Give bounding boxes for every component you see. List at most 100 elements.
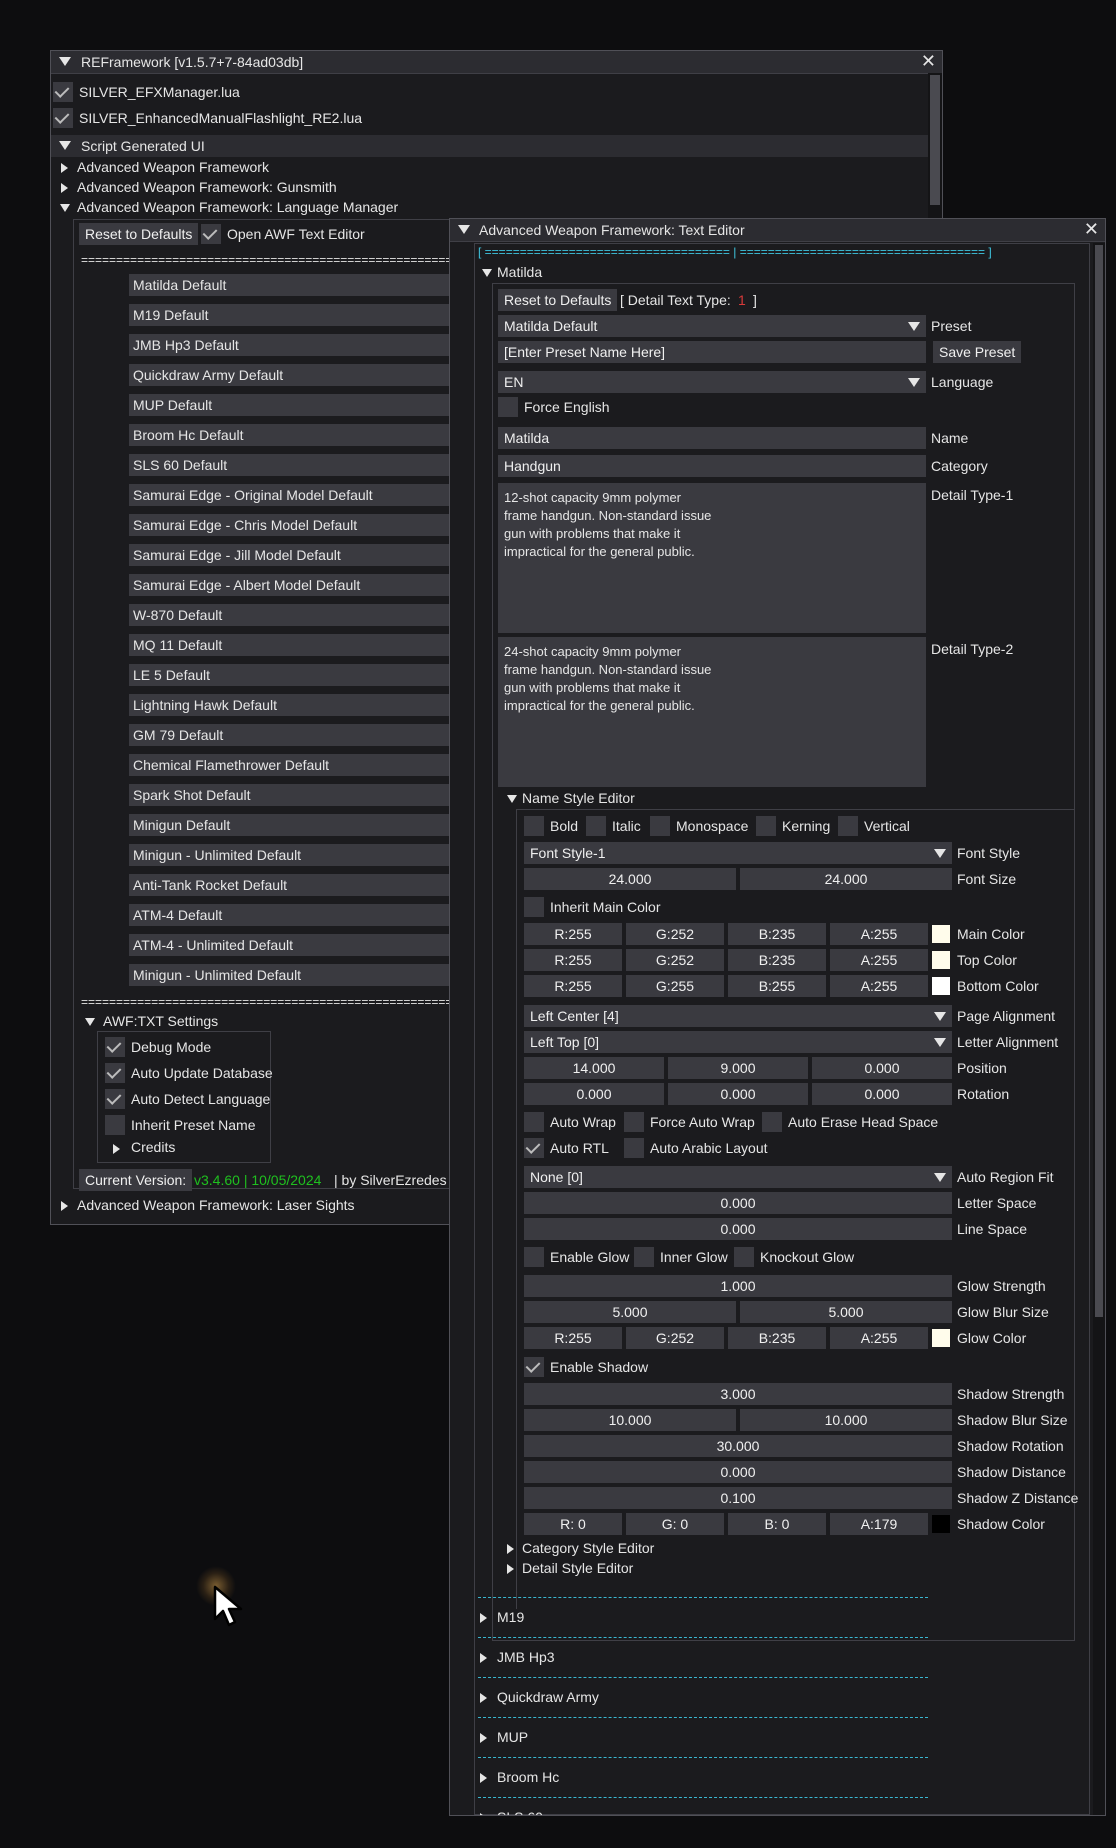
position-y-input[interactable]: 9.000 (668, 1057, 808, 1079)
preset-list-item[interactable]: M19 Default (129, 304, 501, 326)
preset-list-item[interactable]: Quickdraw Army Default (129, 364, 501, 386)
weapon-section-1[interactable]: JMB Hp3 (497, 1649, 555, 1665)
shadow_color-channel-2[interactable]: B: 0 (728, 1513, 826, 1535)
bottom_color-channel-1[interactable]: G:255 (626, 975, 724, 997)
preset-dropdown[interactable]: Matilda Default (498, 315, 926, 337)
save-preset-button[interactable]: Save Preset (933, 341, 1022, 363)
preset-list-item[interactable]: ATM-4 - Unlimited Default (129, 934, 501, 956)
collapse-triangle-icon[interactable] (59, 57, 71, 66)
preset-list-item[interactable]: Anti-Tank Rocket Default (129, 874, 501, 896)
main-scrollbar-thumb[interactable] (930, 75, 940, 205)
glow_color-channel-3[interactable]: A:255 (830, 1327, 928, 1349)
main_color-channel-0[interactable]: R:255 (524, 923, 622, 945)
preset-list-item[interactable]: Broom Hc Default (129, 424, 501, 446)
auto-detect-lang-checkbox[interactable] (105, 1089, 125, 1109)
text-editor-titlebar[interactable]: Advanced Weapon Framework: Text Editor ✕ (450, 219, 1105, 242)
section-matilda[interactable]: Matilda (497, 264, 542, 280)
shadow-blur-input-b[interactable]: 10.000 (740, 1409, 952, 1431)
shadow-distance-input[interactable]: 0.000 (524, 1461, 952, 1483)
inner-glow-checkbox[interactable] (634, 1247, 654, 1267)
detail-type-1-textarea[interactable]: 12-shot capacity 9mm polymer frame handg… (498, 483, 926, 633)
expand-triangle-icon[interactable] (480, 1773, 487, 1783)
expand-triangle-icon[interactable] (480, 1733, 487, 1743)
auto-region-fit-dropdown[interactable]: None [0] (524, 1166, 952, 1188)
collapse-triangle-icon[interactable] (482, 269, 492, 277)
expand-triangle-icon[interactable] (61, 1201, 68, 1211)
force-english-checkbox[interactable] (498, 397, 518, 417)
script-checkbox[interactable] (53, 82, 73, 102)
credits-node[interactable]: Credits (131, 1139, 175, 1155)
main_color-channel-3[interactable]: A:255 (830, 923, 928, 945)
expand-triangle-icon[interactable] (480, 1653, 487, 1663)
preset-list-item[interactable]: Chemical Flamethrower Default (129, 754, 501, 776)
kerning-checkbox[interactable] (756, 816, 776, 836)
shadow-rotation-input[interactable]: 30.000 (524, 1435, 952, 1457)
glow-color-swatch[interactable] (932, 1329, 950, 1347)
auto-erase-head-space-checkbox[interactable] (762, 1112, 782, 1132)
editor-scrollbar-thumb[interactable] (1095, 245, 1103, 1317)
preset-list-item[interactable]: MQ 11 Default (129, 634, 501, 656)
font-style-dropdown[interactable]: Font Style-1 (524, 842, 952, 864)
close-icon[interactable]: ✕ (921, 51, 936, 72)
auto-arabic-layout-checkbox[interactable] (624, 1138, 644, 1158)
italic-checkbox[interactable] (586, 816, 606, 836)
language-dropdown[interactable]: EN (498, 371, 926, 393)
bottom_color-channel-2[interactable]: B:255 (728, 975, 826, 997)
shadow_color-channel-3[interactable]: A:179 (830, 1513, 928, 1535)
knockout-glow-checkbox[interactable] (734, 1247, 754, 1267)
preset-list-item[interactable]: JMB Hp3 Default (129, 334, 501, 356)
glow_color-channel-2[interactable]: B:235 (728, 1327, 826, 1349)
main_color-channel-2[interactable]: B:235 (728, 923, 826, 945)
shadow-blur-input-a[interactable]: 10.000 (524, 1409, 736, 1431)
bottom_color-channel-0[interactable]: R:255 (524, 975, 622, 997)
tree-node-gunsmith[interactable]: Advanced Weapon Framework: Gunsmith (77, 179, 337, 195)
expand-triangle-icon[interactable] (507, 1544, 514, 1554)
collapse-triangle-icon[interactable] (60, 204, 70, 212)
glow-blur-input-a[interactable]: 5.000 (524, 1301, 736, 1323)
shadow-strength-input[interactable]: 3.000 (524, 1383, 952, 1405)
shadow_color-channel-0[interactable]: R: 0 (524, 1513, 622, 1535)
bottom-color-swatch[interactable] (932, 977, 950, 995)
auto-wrap-checkbox[interactable] (524, 1112, 544, 1132)
tree-node-language-manager[interactable]: Advanced Weapon Framework: Language Mana… (77, 199, 398, 215)
expand-triangle-icon[interactable] (61, 163, 68, 173)
editor-scrollbar[interactable] (1093, 243, 1105, 1815)
glow-blur-input-b[interactable]: 5.000 (740, 1301, 952, 1323)
category-style-editor[interactable]: Category Style Editor (522, 1540, 654, 1556)
expand-triangle-icon[interactable] (480, 1613, 487, 1623)
top_color-channel-1[interactable]: G:252 (626, 949, 724, 971)
expand-triangle-icon[interactable] (480, 1693, 487, 1703)
monospace-checkbox[interactable] (650, 816, 670, 836)
tree-node-laser-sights[interactable]: Advanced Weapon Framework: Laser Sights (77, 1197, 355, 1213)
main-color-swatch[interactable] (932, 925, 950, 943)
preset-list-item[interactable]: Spark Shot Default (129, 784, 501, 806)
vertical-checkbox[interactable] (838, 816, 858, 836)
category-input[interactable]: Handgun (498, 455, 926, 477)
collapse-triangle-icon[interactable] (507, 795, 517, 803)
force-auto-wrap-checkbox[interactable] (624, 1112, 644, 1132)
script-ui-header[interactable]: Script Generated UI (51, 135, 928, 157)
position-z-input[interactable]: 0.000 (812, 1057, 952, 1079)
expand-triangle-icon[interactable] (507, 1564, 514, 1574)
font-size-input-a[interactable]: 24.000 (524, 868, 736, 890)
preset-list-item[interactable]: W-870 Default (129, 604, 501, 626)
preset-list-item[interactable]: Minigun - Unlimited Default (129, 844, 501, 866)
auto-rtl-checkbox[interactable] (524, 1138, 544, 1158)
inherit-preset-name-checkbox[interactable] (105, 1115, 125, 1135)
close-icon[interactable]: ✕ (1084, 219, 1099, 240)
collapse-triangle-icon[interactable] (85, 1018, 95, 1026)
detail-type-2-textarea[interactable]: 24-shot capacity 9mm polymer frame handg… (498, 637, 926, 787)
detail-style-editor[interactable]: Detail Style Editor (522, 1560, 633, 1576)
top_color-channel-0[interactable]: R:255 (524, 949, 622, 971)
expand-triangle-icon[interactable] (480, 1813, 487, 1815)
weapon-section-4[interactable]: Broom Hc (497, 1769, 559, 1785)
collapse-triangle-icon[interactable] (458, 225, 470, 234)
top_color-channel-2[interactable]: B:235 (728, 949, 826, 971)
shadow-z-distance-input[interactable]: 0.100 (524, 1487, 952, 1509)
bold-checkbox[interactable] (524, 816, 544, 836)
reset-defaults-button[interactable]: Reset to Defaults (79, 223, 199, 245)
preset-list-item[interactable]: Samurai Edge - Original Model Default (129, 484, 501, 506)
preset-list-item[interactable]: Lightning Hawk Default (129, 694, 501, 716)
preset-list-item[interactable]: Minigun Default (129, 814, 501, 836)
expand-triangle-icon[interactable] (113, 1144, 120, 1154)
